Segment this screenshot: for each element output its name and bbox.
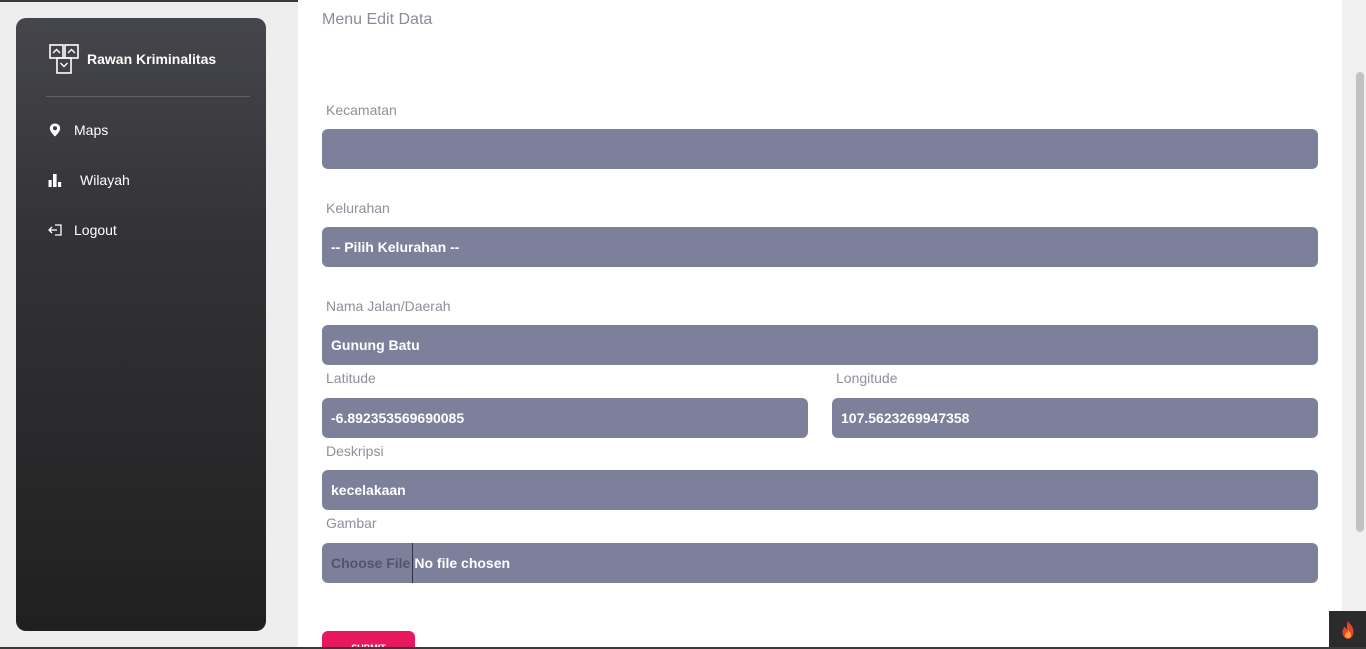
kelurahan-label: Kelurahan — [326, 200, 390, 216]
nama-jalan-input[interactable]: Gunung Batu — [322, 325, 1318, 365]
scrollbar-thumb[interactable] — [1356, 72, 1364, 532]
sidebar-item-wilayah-label: Wilayah — [80, 172, 130, 188]
latitude-label: Latitude — [326, 370, 376, 386]
sidebar-item-wilayah[interactable]: Wilayah — [48, 172, 130, 188]
main-panel: Menu Edit Data Kecamatan Kelurahan -- Pi… — [298, 0, 1342, 649]
deskripsi-input[interactable]: kecelakaan — [322, 470, 1318, 510]
sidebar-item-logout-label: Logout — [74, 222, 117, 238]
choose-file-button[interactable]: Choose File — [331, 543, 414, 583]
sidebar-item-maps-label: Maps — [74, 122, 109, 138]
brand-title: Rawan Kriminalitas — [87, 51, 217, 67]
map-pin-icon — [48, 123, 62, 137]
flame-icon[interactable] — [1329, 611, 1366, 649]
gambar-label: Gambar — [326, 515, 377, 531]
sidebar-item-logout[interactable]: Logout — [48, 222, 117, 238]
brand[interactable]: Rawan Kriminalitas — [49, 44, 216, 74]
logout-icon — [48, 223, 62, 237]
page-title: Menu Edit Data — [322, 11, 433, 28]
file-status: No file chosen — [414, 555, 511, 571]
gambar-file-input[interactable]: Choose File No file chosen — [322, 543, 1318, 583]
longitude-input[interactable]: 107.5623269947358 — [832, 398, 1318, 438]
longitude-label: Longitude — [836, 370, 898, 386]
kecamatan-select[interactable] — [322, 129, 1318, 169]
sidebar-divider — [46, 96, 250, 97]
building-map-icon — [49, 44, 79, 74]
latitude-input[interactable]: -6.892353569690085 — [322, 398, 808, 438]
nama-jalan-label: Nama Jalan/Daerah — [326, 298, 451, 314]
sidebar-item-maps[interactable]: Maps — [48, 122, 108, 138]
deskripsi-label: Deskripsi — [326, 443, 384, 459]
bar-chart-icon — [48, 173, 62, 187]
kelurahan-select[interactable]: -- Pilih Kelurahan -- — [322, 227, 1318, 267]
sidebar: Rawan Kriminalitas Maps Wilayah Logout — [16, 18, 266, 631]
kecamatan-label: Kecamatan — [326, 102, 397, 118]
